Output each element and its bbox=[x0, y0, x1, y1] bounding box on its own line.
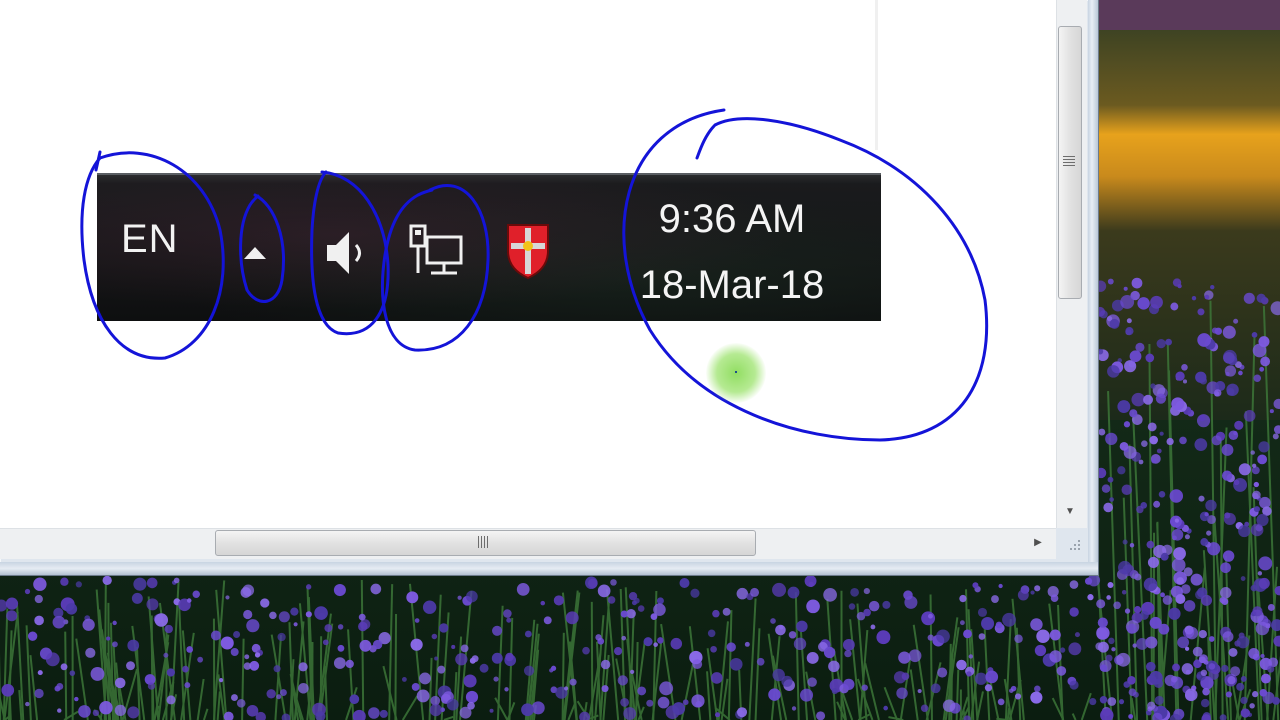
scroll-right-arrow-icon[interactable]: ▶ bbox=[1026, 530, 1050, 556]
clock-time[interactable]: 9:36 AM bbox=[637, 197, 827, 242]
vertical-scroll-grip-icon bbox=[1063, 156, 1075, 166]
taskbar-notification-area: EN 9:36 AM 18-Mar-18 bbox=[97, 173, 881, 321]
scroll-down-arrow-icon[interactable]: ▼ bbox=[1058, 500, 1082, 524]
content-divider bbox=[875, 0, 878, 150]
window-frame-right[interactable] bbox=[1088, 0, 1098, 575]
security-shield-icon[interactable] bbox=[505, 221, 551, 281]
show-hidden-icons-arrow[interactable] bbox=[240, 243, 270, 263]
language-indicator[interactable]: EN bbox=[121, 217, 179, 262]
horizontal-scroll-grip-icon bbox=[478, 536, 490, 548]
cursor-highlight bbox=[706, 343, 766, 403]
resize-grip-icon[interactable] bbox=[1064, 536, 1084, 556]
volume-icon[interactable] bbox=[323, 227, 373, 279]
clock-date[interactable]: 18-Mar-18 bbox=[622, 263, 842, 308]
window-frame-bottom[interactable] bbox=[0, 562, 1098, 575]
network-icon[interactable] bbox=[407, 223, 467, 283]
mouse-cursor bbox=[735, 371, 737, 373]
